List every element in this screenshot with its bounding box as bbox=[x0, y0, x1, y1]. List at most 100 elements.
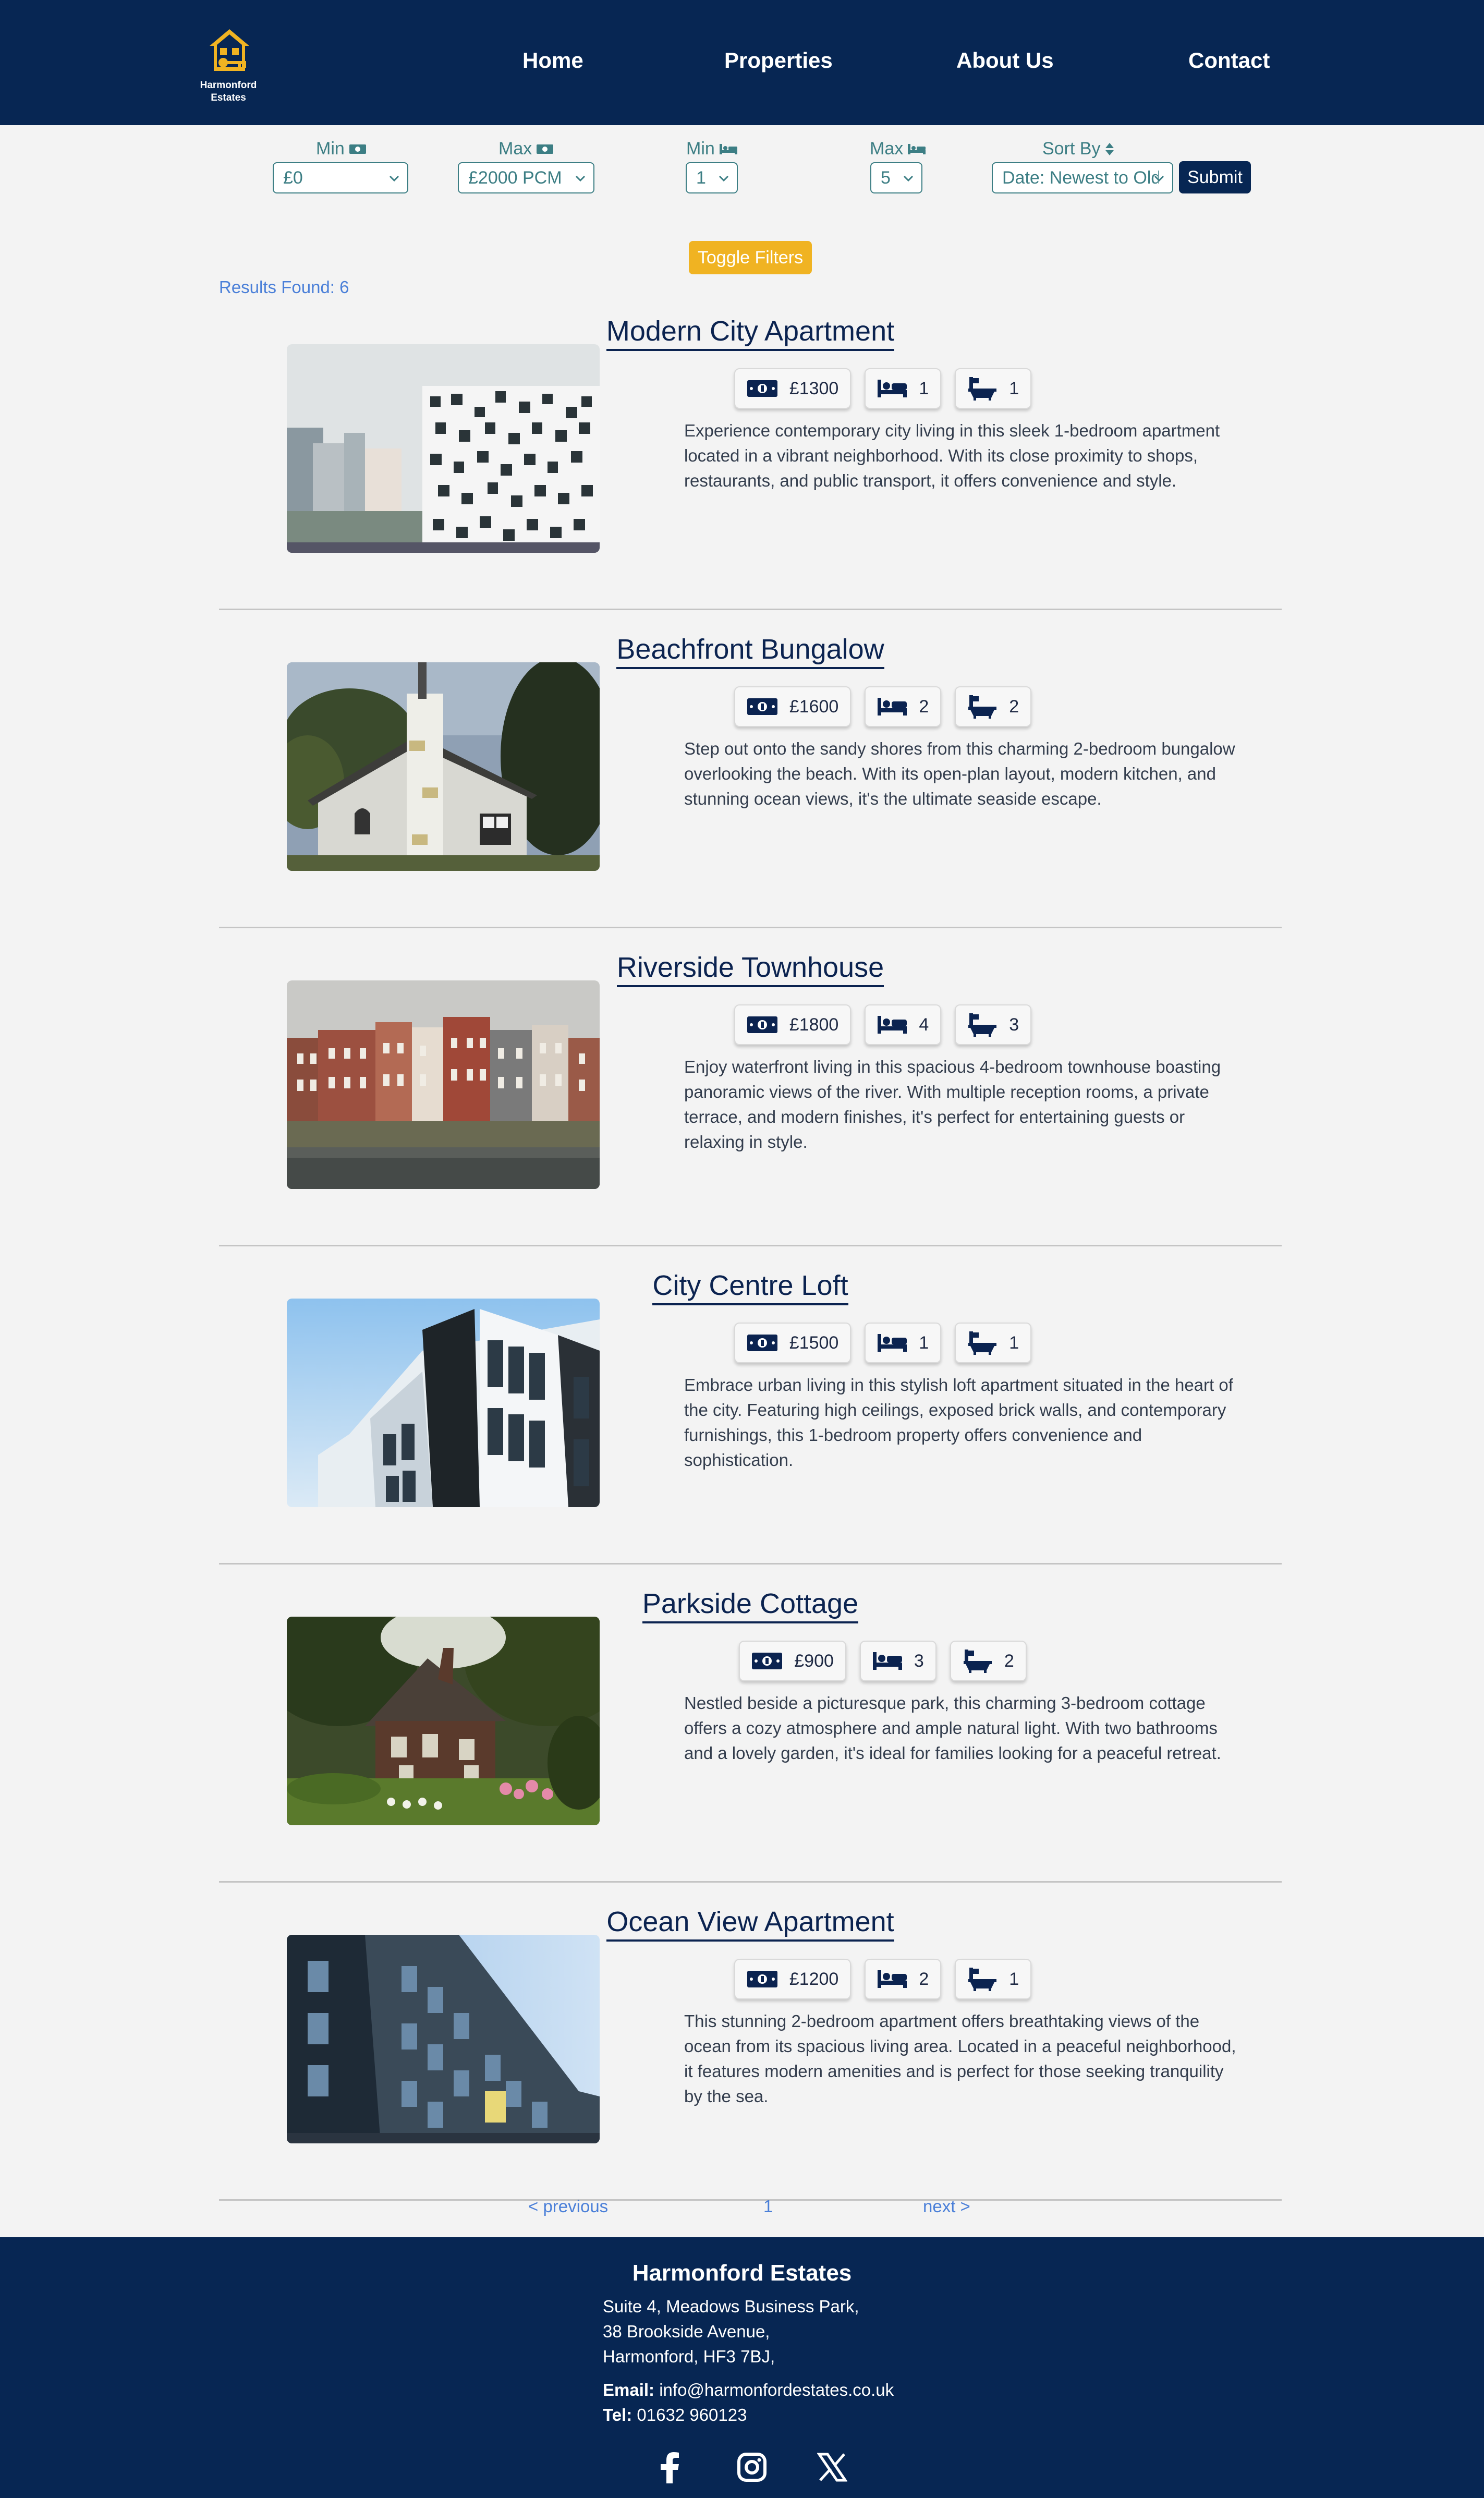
property-title-text[interactable]: Riverside Townhouse bbox=[616, 952, 884, 987]
bath-icon bbox=[968, 377, 997, 401]
property-stats: £1300 1 1 bbox=[682, 368, 1084, 409]
loft-building-image bbox=[287, 1299, 600, 1507]
property-description: Experience contemporary city living in t… bbox=[684, 421, 1220, 490]
property-title-text[interactable]: City Centre Loft bbox=[652, 1270, 848, 1305]
chevron-down-icon bbox=[575, 175, 586, 182]
bathrooms-badge: 2 bbox=[950, 1641, 1027, 1681]
property-photo[interactable] bbox=[287, 662, 600, 871]
bedrooms-value: 1 bbox=[919, 1332, 929, 1353]
property-title-text[interactable]: Parkside Cottage bbox=[642, 1588, 859, 1623]
property-title-text[interactable]: Ocean View Apartment bbox=[606, 1906, 894, 1942]
min-price-value: £0 bbox=[283, 167, 303, 188]
bedrooms-badge: 3 bbox=[859, 1641, 936, 1681]
property-title[interactable]: City Centre Loft bbox=[219, 1269, 1282, 1305]
toggle-filters-button[interactable]: Toggle Filters bbox=[689, 241, 812, 274]
property-title-text[interactable]: Modern City Apartment bbox=[606, 316, 895, 351]
submit-button[interactable]: Submit bbox=[1179, 161, 1251, 193]
property-stats: £900 3 2 bbox=[682, 1641, 1084, 1681]
bedrooms-badge: 2 bbox=[865, 686, 942, 727]
bed-icon bbox=[878, 698, 907, 716]
facebook-icon[interactable] bbox=[657, 2452, 682, 2483]
email-link[interactable]: info@harmonfordestates.co.uk bbox=[659, 2380, 894, 2399]
brand-name: Harmonford Estates bbox=[194, 79, 263, 104]
previous-page-link[interactable]: < previous bbox=[528, 2197, 608, 2216]
min-price-select[interactable]: £0 bbox=[273, 162, 408, 193]
bedrooms-value: 4 bbox=[919, 1014, 929, 1035]
bungalow-image bbox=[287, 662, 600, 871]
nav-contact-link[interactable]: Contact bbox=[1188, 48, 1270, 73]
nav-home-link[interactable]: Home bbox=[522, 48, 583, 73]
bath-icon bbox=[968, 695, 997, 719]
money-icon bbox=[752, 1653, 783, 1669]
price-badge: £1800 bbox=[734, 1004, 852, 1045]
tel-label: Tel: bbox=[603, 2405, 632, 2424]
price-value: £1500 bbox=[789, 1332, 839, 1353]
price-badge: £1300 bbox=[734, 368, 852, 409]
property-photo[interactable] bbox=[287, 1935, 600, 2143]
min-beds-select[interactable]: 1 bbox=[686, 162, 738, 193]
sort-select[interactable]: Date: Newest to Oldest bbox=[992, 162, 1173, 193]
bathrooms-value: 3 bbox=[1009, 1014, 1019, 1035]
property-photo[interactable] bbox=[287, 980, 600, 1189]
brand-logo[interactable]: Harmonford Estates bbox=[194, 27, 263, 111]
property-title[interactable]: Riverside Townhouse bbox=[219, 951, 1282, 987]
townhouse-image bbox=[287, 980, 600, 1189]
bathrooms-badge: 1 bbox=[955, 368, 1032, 409]
min-beds-value: 1 bbox=[696, 167, 706, 188]
brand-name-line1: Harmonford bbox=[200, 80, 257, 91]
money-icon bbox=[747, 1016, 777, 1033]
property-stats: £1600 2 2 bbox=[682, 686, 1084, 727]
property-card[interactable]: Riverside Townhouse £1800 4 3 Enjoy wate… bbox=[219, 928, 1282, 1246]
nav-properties-link[interactable]: Properties bbox=[724, 48, 833, 73]
property-title-text[interactable]: Beachfront Bungalow bbox=[616, 634, 884, 669]
chevron-down-icon bbox=[719, 175, 729, 182]
min-beds-label: Min bbox=[686, 139, 738, 159]
next-page-link[interactable]: next > bbox=[923, 2197, 970, 2216]
bathrooms-value: 1 bbox=[1009, 378, 1019, 398]
address-line-2: 38 Brookside Avenue, bbox=[603, 2322, 770, 2341]
tel-value: 01632 960123 bbox=[637, 2405, 747, 2424]
property-card[interactable]: City Centre Loft £1500 1 1 Embrace urban… bbox=[219, 1246, 1282, 1565]
money-icon bbox=[349, 144, 366, 154]
bed-icon bbox=[719, 143, 737, 154]
x-icon[interactable] bbox=[817, 2452, 847, 2482]
max-price-select[interactable]: £2000 PCM bbox=[458, 162, 594, 193]
money-icon bbox=[747, 1335, 777, 1351]
max-price-label-text: Max bbox=[498, 139, 532, 159]
nav-about-link[interactable]: About Us bbox=[956, 48, 1054, 73]
money-icon bbox=[537, 144, 554, 154]
max-beds-select[interactable]: 5 bbox=[870, 162, 922, 193]
footer-tel: Tel: 01632 960123 bbox=[603, 2405, 747, 2425]
property-card[interactable]: Parkside Cottage £900 3 2 Nestled beside… bbox=[219, 1565, 1282, 1883]
bathrooms-value: 2 bbox=[1004, 1651, 1014, 1671]
page-1-link[interactable]: 1 bbox=[763, 2197, 773, 2216]
money-icon bbox=[747, 380, 777, 397]
bath-icon bbox=[968, 1968, 997, 1991]
price-value: £900 bbox=[794, 1651, 834, 1671]
bed-icon bbox=[908, 143, 926, 154]
max-beds-label: Max bbox=[870, 139, 926, 159]
property-photo[interactable] bbox=[287, 1299, 600, 1507]
property-card[interactable]: Ocean View Apartment £1200 2 1 This stun… bbox=[219, 1883, 1282, 2201]
bathrooms-value: 1 bbox=[1009, 1969, 1019, 1989]
bath-icon bbox=[963, 1650, 992, 1673]
property-photo[interactable] bbox=[287, 1617, 600, 1825]
property-photo[interactable] bbox=[287, 344, 600, 553]
footer-title: Harmonford Estates bbox=[632, 2260, 852, 2286]
address-line-1: Suite 4, Meadows Business Park, bbox=[603, 2297, 859, 2316]
instagram-icon[interactable] bbox=[737, 2452, 767, 2482]
price-value: £1300 bbox=[789, 378, 839, 398]
property-card[interactable]: Beachfront Bungalow £1600 2 2 Step out o… bbox=[219, 610, 1282, 928]
bedrooms-badge: 2 bbox=[865, 1959, 942, 1999]
property-title[interactable]: Parkside Cottage bbox=[219, 1587, 1282, 1623]
bathrooms-badge: 1 bbox=[955, 1959, 1032, 1999]
property-title[interactable]: Ocean View Apartment bbox=[219, 1906, 1282, 1942]
property-stats: £1200 2 1 bbox=[682, 1959, 1084, 1999]
property-card[interactable]: Modern City Apartment £1300 1 1 Experien… bbox=[219, 292, 1282, 610]
price-value: £1600 bbox=[789, 696, 839, 717]
property-title[interactable]: Modern City Apartment bbox=[219, 315, 1282, 351]
bedrooms-badge: 1 bbox=[865, 1323, 942, 1363]
property-title[interactable]: Beachfront Bungalow bbox=[219, 633, 1282, 669]
max-beds-value: 5 bbox=[881, 167, 891, 188]
property-description: Embrace urban living in this stylish lof… bbox=[684, 1375, 1233, 1470]
